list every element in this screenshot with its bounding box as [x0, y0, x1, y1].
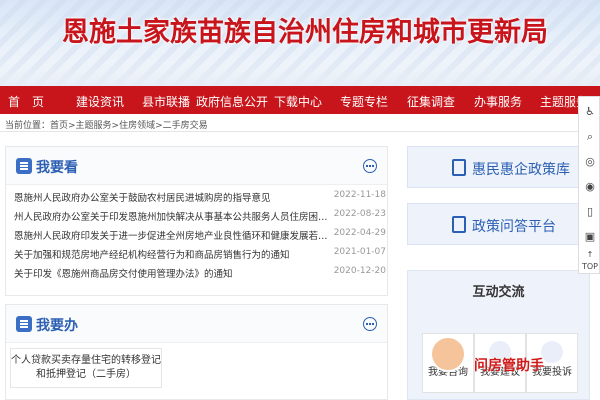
button-label: 惠民惠企政策库: [472, 162, 570, 178]
clipboard-icon: [452, 216, 466, 233]
news-date: 2022-08-23: [333, 209, 386, 219]
top-label: TOP: [581, 262, 598, 271]
list-icon: [16, 158, 32, 174]
header-banner: 恩施土家族苗族自治州住房和城市更新局: [0, 0, 600, 86]
news-title[interactable]: 恩施州人民政府印发关于进一步促进全州房地产业良性循环和健康发展若干措施的通知: [14, 228, 334, 242]
list-item[interactable]: 关于印发《恩施州商品房交付使用管理办法》的通知 2020-12-20: [14, 264, 386, 282]
breadcrumb: 当前位置：首页>主题服务>住房领域>二手房交易: [5, 118, 208, 131]
interaction-box: 互动交流 我要咨询 我要建议 我要投诉: [407, 270, 590, 400]
nav-item-county[interactable]: 县市联播: [142, 93, 190, 110]
nav-item-survey[interactable]: 征集调查: [407, 93, 455, 110]
task-icon: [16, 316, 32, 332]
news-date: 2022-04-29: [333, 228, 386, 238]
wechat-icon[interactable]: ◎: [579, 151, 600, 173]
nav-item-topics[interactable]: 专题专栏: [340, 93, 388, 110]
banner-decoration: [0, 62, 600, 86]
site-title[interactable]: 恩施土家族苗族自治州住房和城市更新局: [62, 10, 548, 49]
list-item[interactable]: 恩施州人民政府办公室关于鼓励农村居民进城购房的指导意见 2022-11-18: [14, 188, 386, 206]
divider: [0, 131, 600, 132]
breadcrumb-path[interactable]: 首页>主题服务>住房领域>二手房交易: [50, 121, 208, 131]
floating-toolbar: ♿ ⌕ ◎ ◉ ▯ ▣ ↑ TOP: [578, 96, 600, 274]
weibo-icon[interactable]: ◉: [579, 176, 600, 198]
interaction-title: 互动交流: [472, 285, 525, 300]
assistant-label[interactable]: 问房管助手: [474, 355, 562, 377]
nav-item-services[interactable]: 办事服务: [474, 93, 522, 110]
app-icon[interactable]: ▣: [579, 226, 600, 248]
panel-title: 我要看: [36, 160, 78, 176]
news-title[interactable]: 关于加强和规范房地产经纪机构经营行为和商品房销售行为的通知: [14, 247, 334, 261]
list-item[interactable]: 关于加强和规范房地产经纪机构经营行为和商品房销售行为的通知 2021-01-07: [14, 245, 386, 263]
service-card[interactable]: 个人贷款买卖存量住宅的转移登记和抵押登记（二手房）: [10, 348, 162, 388]
search-icon[interactable]: ⌕: [579, 126, 600, 148]
panel-header: 我要办: [6, 305, 387, 343]
news-date: 2021-01-07: [333, 247, 386, 257]
news-title[interactable]: 恩施州人民政府办公室关于鼓励农村居民进城购房的指导意见: [14, 190, 334, 204]
more-icon[interactable]: [363, 317, 377, 331]
news-date: 2022-11-18: [333, 190, 386, 200]
news-title[interactable]: 州人民政府办公室关于印发恩施州加快解决从事基本公共服务人员住房困难问题实施方案的…: [14, 209, 334, 223]
list-item[interactable]: 恩施州人民政府印发关于进一步促进全州房地产业良性循环和健康发展若干措施的通知 2…: [14, 226, 386, 244]
mobile-icon[interactable]: ▯: [579, 201, 600, 223]
document-icon: [452, 159, 466, 176]
accessibility-icon[interactable]: ♿: [579, 101, 600, 123]
panel-title: 我要办: [36, 318, 78, 334]
button-label: 政策问答平台: [472, 219, 556, 235]
main-nav: 首 页 建设资讯 县市联播 政府信息公开 下载中心 专题专栏 征集调查 办事服务…: [0, 86, 600, 114]
more-icon[interactable]: [363, 159, 377, 173]
want-to-see-panel: 我要看 恩施州人民政府办公室关于鼓励农村居民进城购房的指导意见 2022-11-…: [5, 146, 388, 296]
policy-qa-button[interactable]: 政策问答平台: [407, 203, 590, 245]
nav-item-gov-info[interactable]: 政府信息公开: [196, 93, 268, 110]
nav-item-news[interactable]: 建设资讯: [76, 93, 124, 110]
policy-library-button[interactable]: 惠民惠企政策库: [407, 146, 590, 188]
nav-item-download[interactable]: 下载中心: [274, 93, 322, 110]
nav-item-home[interactable]: 首 页: [8, 93, 44, 110]
list-item[interactable]: 州人民政府办公室关于印发恩施州加快解决从事基本公共服务人员住房困难问题实施方案的…: [14, 207, 386, 225]
news-date: 2020-12-20: [333, 266, 386, 276]
breadcrumb-prefix: 当前位置：: [5, 121, 51, 131]
panel-header: 我要看: [6, 147, 387, 185]
assistant-avatar-icon[interactable]: [430, 336, 466, 372]
top-icon[interactable]: ↑ TOP: [579, 249, 600, 271]
news-title[interactable]: 关于印发《恩施州商品房交付使用管理办法》的通知: [14, 266, 334, 280]
